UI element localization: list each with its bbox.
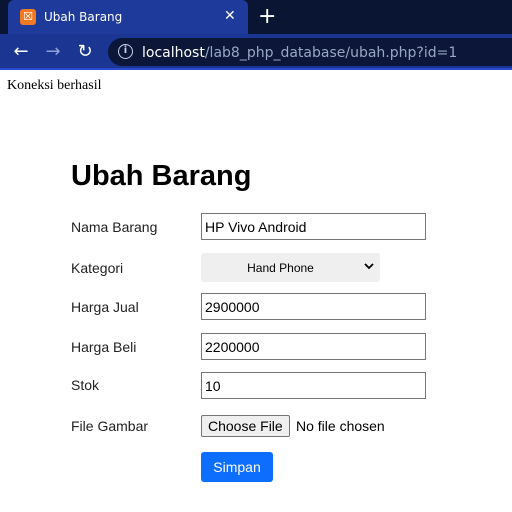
browser-tabstrip: ☒ Ubah Barang ✕ + — [0, 0, 512, 34]
tab-title: Ubah Barang — [44, 10, 123, 24]
url-host: localhost — [142, 45, 205, 61]
nama-barang-input[interactable] — [201, 213, 426, 240]
connection-message: Koneksi berhasil — [7, 78, 102, 93]
chevron-down-icon — [364, 263, 374, 270]
simpan-button[interactable]: Simpan — [201, 452, 273, 482]
harga-beli-label: Harga Beli — [71, 339, 137, 355]
kategori-select[interactable]: Hand Phone — [201, 253, 380, 282]
arrow-left-icon[interactable]: ← — [8, 39, 34, 65]
harga-beli-input[interactable] — [201, 333, 426, 360]
file-status-text: No file chosen — [296, 418, 385, 434]
arrow-right-icon[interactable]: → — [40, 39, 66, 65]
harga-jual-input[interactable] — [201, 293, 426, 320]
browser-toolbar: ← → ↻ i localhost/lab8_php_database/ubah… — [0, 34, 512, 70]
close-icon[interactable]: ✕ — [224, 8, 236, 24]
stok-label: Stok — [71, 377, 100, 393]
xampp-favicon-icon: ☒ — [20, 9, 36, 25]
nama-barang-label: Nama Barang — [71, 219, 158, 235]
stok-input[interactable] — [201, 372, 426, 399]
file-gambar-label: File Gambar — [71, 418, 149, 434]
kategori-label: Kategori — [71, 260, 124, 276]
reload-icon[interactable]: ↻ — [72, 39, 98, 65]
harga-jual-label: Harga Jual — [71, 299, 139, 315]
page-title: Ubah Barang — [71, 160, 252, 192]
info-icon[interactable]: i — [118, 44, 133, 59]
plus-icon[interactable]: + — [258, 4, 276, 29]
address-bar[interactable]: i localhost/lab8_php_database/ubah.php?i… — [108, 38, 512, 66]
choose-file-button[interactable]: Choose File — [201, 415, 290, 437]
url-path: /lab8_php_database/ubah.php?id=1 — [204, 45, 458, 61]
url-text[interactable]: localhost/lab8_php_database/ubah.php?id=… — [142, 45, 457, 61]
browser-tab[interactable]: ☒ Ubah Barang ✕ — [8, 0, 248, 34]
kategori-selected-value: Hand Phone — [247, 261, 314, 275]
